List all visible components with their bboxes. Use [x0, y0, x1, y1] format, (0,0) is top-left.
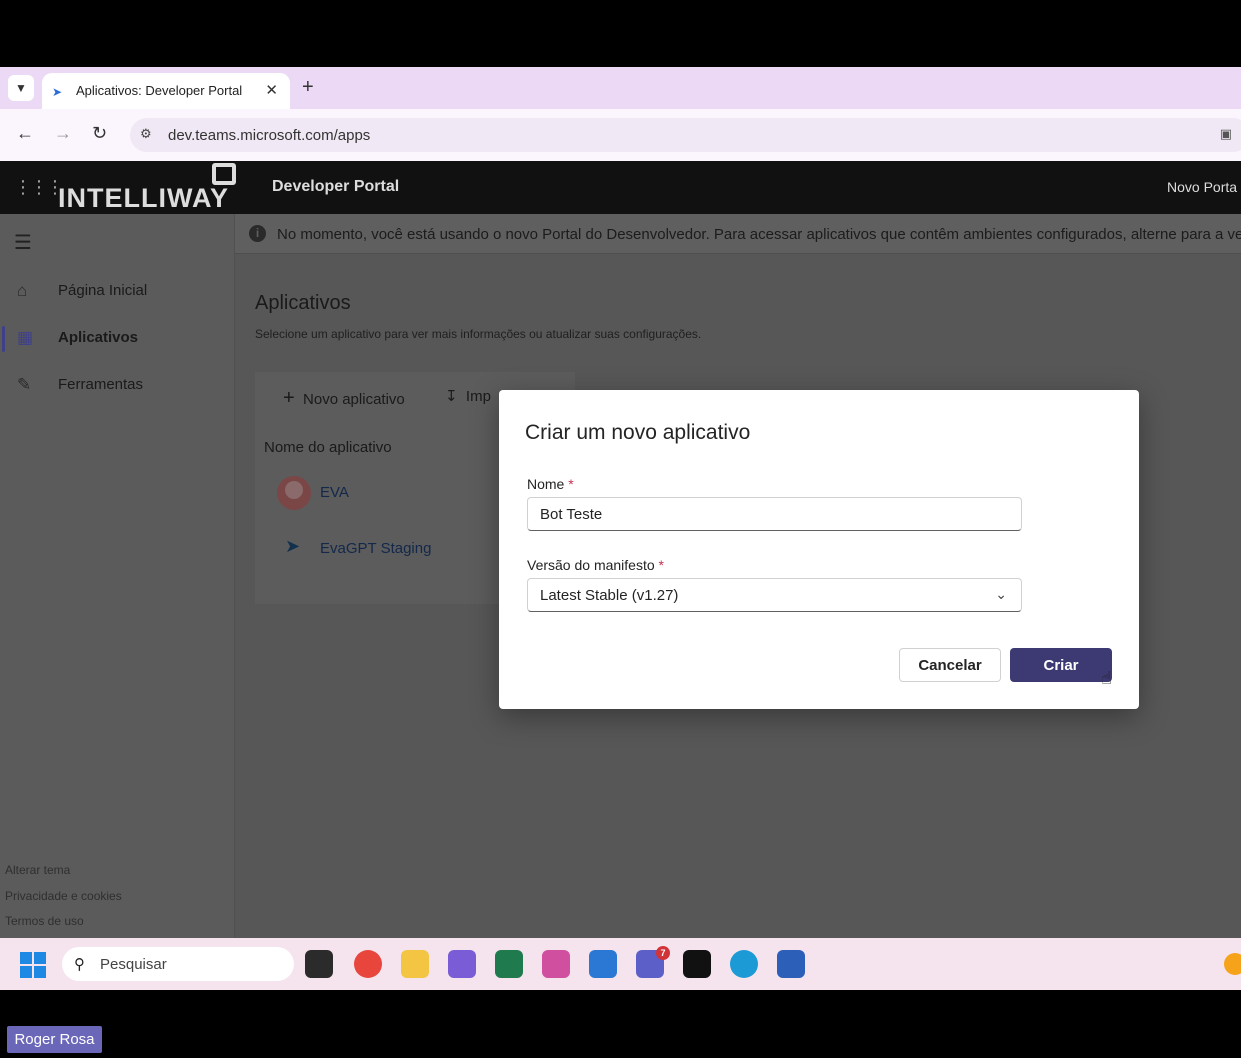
hamburger-menu-icon[interactable]: ☰ [14, 230, 32, 255]
cancel-button[interactable]: Cancelar [899, 648, 1001, 682]
teams-app-icon: ➤ [285, 536, 301, 556]
forward-arrow-icon[interactable]: → [54, 123, 72, 144]
info-icon: i [249, 225, 266, 242]
windows-taskbar: ⚲ Pesquisar 7 [0, 938, 1241, 990]
app-name[interactable]: EVA [320, 484, 349, 501]
address-bar[interactable]: ⚙ dev.teams.microsoft.com/apps ▣ [130, 118, 1241, 152]
new-app-label: Novo aplicativo [303, 391, 405, 408]
browser-tab-strip: ▼ ➤ Aplicativos: Developer Portal ✕ + [0, 67, 1241, 109]
sidebar-item-label: Ferramentas [58, 376, 144, 393]
search-icon: ⚲ [74, 956, 85, 973]
sidebar-item-label: Página Inicial [58, 282, 148, 299]
change-theme-link[interactable]: Alterar tema [5, 863, 70, 877]
screen: ▼ ➤ Aplicativos: Developer Portal ✕ + ← … [0, 0, 1241, 1058]
privacy-link[interactable]: Privacidade e cookies [5, 889, 122, 903]
download-icon: ↧ [445, 388, 458, 405]
name-label: Nome * [527, 476, 574, 492]
create-app-dialog: Criar um novo aplicativo Nome * Versão d… [499, 390, 1139, 709]
site-settings-icon[interactable]: ⚙ [140, 126, 152, 142]
sidebar-item-apps[interactable]: ▦ Aplicativos [0, 320, 235, 358]
app-name-input[interactable] [527, 497, 1022, 531]
avatar-face [285, 481, 303, 499]
start-tile [34, 952, 46, 964]
sidebar: ☰ ⌂ Página Inicial ▦ Aplicativos ✎ Ferra… [0, 214, 235, 938]
active-indicator [2, 326, 5, 352]
close-tab-icon[interactable]: ✕ [265, 81, 278, 99]
xbox-icon[interactable] [495, 950, 523, 978]
terms-link[interactable]: Termos de uso [5, 914, 84, 928]
app-launcher-icon[interactable]: ⋮⋮⋮ [14, 177, 64, 198]
presenter-name-tag: Roger Rosa [7, 1026, 102, 1053]
copilot-icon[interactable] [448, 950, 476, 978]
start-tile [20, 952, 32, 964]
name-label-text: Nome [527, 476, 565, 492]
plus-icon: + [283, 387, 295, 409]
dialog-title: Criar um novo aplicativo [525, 421, 751, 444]
apps-icon: ▦ [17, 328, 34, 347]
url-text[interactable]: dev.teams.microsoft.com/apps [168, 127, 370, 144]
browser-tab-active[interactable]: ➤ Aplicativos: Developer Portal ✕ [42, 73, 290, 109]
page-subtitle: Selecione um aplicativo para ver mais in… [255, 327, 702, 341]
edge-icon[interactable] [730, 950, 758, 978]
translate-icon[interactable]: ▣ [1220, 126, 1232, 142]
word-icon[interactable] [777, 950, 805, 978]
manifest-selected-value: Latest Stable (v1.27) [540, 587, 679, 604]
sidebar-item-label: Aplicativos [58, 329, 139, 346]
banner-text: No momento, você está usando o novo Port… [277, 226, 1241, 243]
app-title: Developer Portal [272, 178, 400, 195]
start-tile [20, 966, 32, 978]
import-app-button[interactable]: ↧ Imp [445, 387, 491, 405]
file-explorer-icon[interactable] [401, 950, 429, 978]
required-mark: * [568, 476, 574, 492]
developer-portal-favicon-icon: ➤ [52, 85, 63, 99]
tray-app-icon[interactable] [1224, 953, 1241, 975]
sidebar-item-home[interactable]: ⌂ Página Inicial [0, 273, 235, 311]
search-placeholder: Pesquisar [100, 956, 167, 973]
manifest-label-text: Versão do manifesto [527, 557, 655, 573]
app-name[interactable]: EvaGPT Staging [320, 540, 431, 557]
page-title: Aplicativos [255, 292, 351, 314]
start-tile [34, 966, 46, 978]
chrome-icon[interactable] [354, 950, 382, 978]
chevron-down-icon: ⌄ [995, 586, 1007, 602]
manifest-label: Versão do manifesto * [527, 557, 664, 573]
taskbar-search[interactable]: ⚲ Pesquisar [62, 947, 294, 981]
pencil-icon: ✎ [17, 375, 32, 394]
app-header: ⋮⋮⋮ INTELLIWAY Developer Portal Novo Por… [0, 161, 1241, 214]
required-mark: * [658, 557, 664, 573]
import-label: Imp [465, 388, 491, 405]
eva-avatar [277, 476, 311, 510]
create-button[interactable]: Criar [1010, 648, 1112, 682]
manifest-version-dropdown[interactable]: Latest Stable (v1.27) ⌄ [527, 578, 1022, 612]
company-logo: INTELLIWAY [58, 183, 230, 213]
tab-title: Aplicativos: Developer Portal [76, 83, 243, 98]
home-icon: ⌂ [17, 281, 28, 300]
new-app-button[interactable]: + Novo aplicativo [283, 387, 405, 410]
windows-start-icon[interactable] [20, 952, 46, 978]
vscode-icon[interactable] [589, 950, 617, 978]
hand-cursor-icon: ☝ [1101, 668, 1112, 688]
back-arrow-icon[interactable]: ← [16, 123, 34, 144]
logo-mark-icon [212, 163, 236, 185]
teams-icon[interactable]: 7 [636, 946, 670, 978]
new-portal-link[interactable]: Novo Porta [1167, 179, 1237, 195]
column-header-app-name[interactable]: Nome do aplicativo [264, 439, 392, 456]
sidebar-item-tools[interactable]: ✎ Ferramentas [0, 367, 235, 405]
new-tab-button[interactable]: + [302, 76, 314, 99]
snipping-tool-icon[interactable] [542, 950, 570, 978]
notification-badge: 7 [656, 946, 670, 960]
tab-search-button[interactable]: ▼ [8, 75, 34, 101]
task-view-icon[interactable] [305, 950, 333, 978]
terminal-icon[interactable] [683, 950, 711, 978]
info-banner: i No momento, você está usando o novo Po… [235, 214, 1241, 254]
chevron-down-icon: ▼ [15, 81, 27, 95]
reload-icon[interactable]: ↻ [92, 123, 107, 144]
browser-toolbar: ← → ↻ ⚙ dev.teams.microsoft.com/apps ▣ [0, 109, 1241, 161]
